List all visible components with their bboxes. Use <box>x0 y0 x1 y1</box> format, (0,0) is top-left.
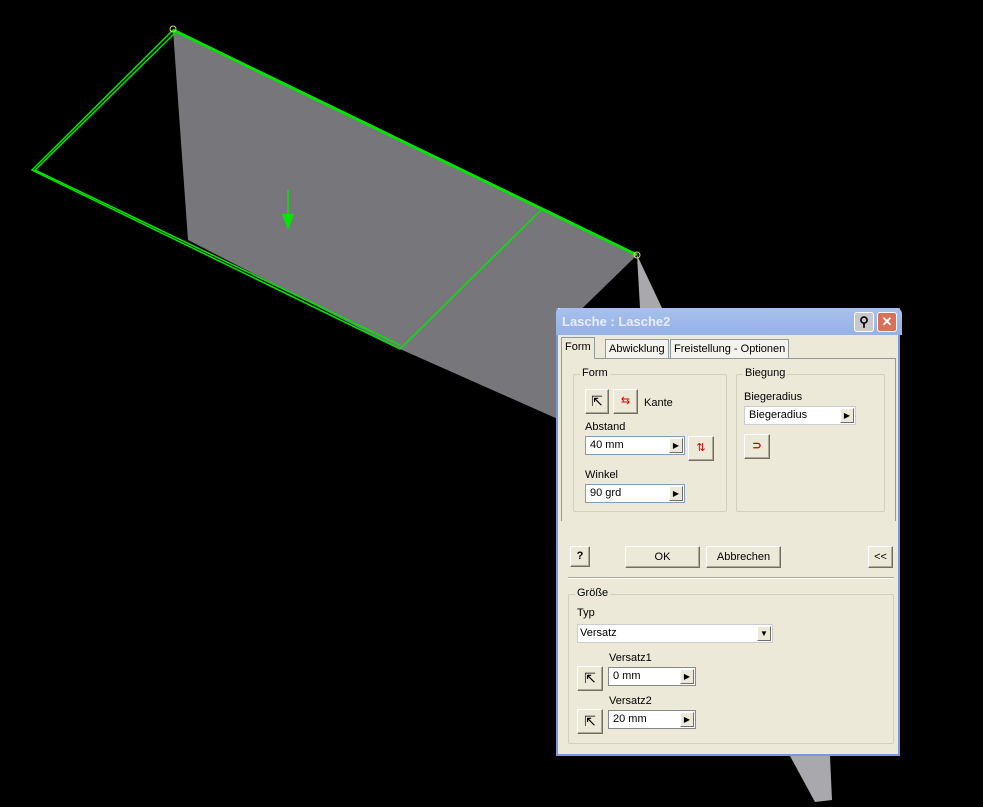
chevron-down-icon[interactable]: ▼ <box>757 626 771 641</box>
versatz2-label: Versatz2 <box>609 695 652 707</box>
versatz1-value: 0 mm <box>613 670 641 682</box>
ok-button[interactable]: OK <box>625 546 700 568</box>
versatz1-label: Versatz1 <box>609 652 652 664</box>
groesse-group: Größe Typ Versatz ▼ Versatz1 ⇱ 0 mm ▶ Vers… <box>568 587 894 744</box>
winkel-label: Winkel <box>585 469 619 481</box>
divider <box>568 577 894 579</box>
biegung-group: Biegung Biegeradius Biegeradius ▶ ⊃ <box>736 367 885 512</box>
side-face-lower <box>790 756 832 802</box>
dialog-title-bar[interactable]: Lasche : Lasche2 ⚲ ✕ <box>556 308 902 335</box>
abstand-label: Abstand <box>585 421 626 433</box>
typ-select[interactable]: Versatz ▼ <box>577 624 773 643</box>
biegeradius-input[interactable]: Biegeradius ▶ <box>744 406 856 425</box>
tab-panel: Form ⇱ ⇆ Kante Abstand 40 mm ▶ ⇅ Winkel 9… <box>561 358 896 521</box>
edge-select-icon[interactable]: ⇆ <box>613 389 638 414</box>
arrow-right-icon[interactable]: ▶ <box>680 712 694 727</box>
versatz1-pointer-button[interactable]: ⇱ <box>577 666 603 691</box>
tab-abwicklung[interactable]: Abwicklung <box>605 339 669 358</box>
close-icon[interactable]: ✕ <box>877 312 897 332</box>
versatz1-input[interactable]: 0 mm ▶ <box>608 667 696 686</box>
side-face <box>637 255 662 308</box>
arrow-right-icon[interactable]: ▶ <box>840 408 854 423</box>
biegeradius-label: Biegeradius <box>744 391 803 403</box>
versatz2-pointer-button[interactable]: ⇱ <box>577 709 603 734</box>
winkel-input[interactable]: 90 grd ▶ <box>585 484 685 503</box>
typ-label: Typ <box>577 607 595 619</box>
versatz2-input[interactable]: 20 mm ▶ <box>608 710 696 729</box>
flip-direction-icon[interactable]: ⇅ <box>688 436 714 461</box>
tab-form[interactable]: Form <box>561 337 595 359</box>
flange-dialog: Lasche : Lasche2 ⚲ ✕ Form Abwicklung Fre… <box>556 308 902 756</box>
abstand-input[interactable]: 40 mm ▶ <box>585 436 685 455</box>
dialog-title: Lasche : Lasche2 <box>562 314 671 329</box>
biegeradius-value: Biegeradius <box>749 409 808 421</box>
abstand-value: 40 mm <box>590 439 624 451</box>
form-group-label: Form <box>580 367 610 379</box>
select-pointer-button[interactable]: ⇱ <box>585 389 609 414</box>
cancel-button[interactable]: Abbrechen <box>706 546 781 568</box>
collapse-button[interactable]: << <box>868 546 893 568</box>
versatz2-value: 20 mm <box>613 713 647 725</box>
form-group: Form ⇱ ⇆ Kante Abstand 40 mm ▶ ⇅ Winkel 9… <box>573 367 727 512</box>
bend-icon[interactable]: ⊃ <box>744 434 770 459</box>
help-button[interactable]: ? <box>570 546 590 567</box>
arrow-right-icon[interactable]: ▶ <box>680 669 694 684</box>
edge-label: Kante <box>644 397 673 409</box>
groesse-group-label: Größe <box>575 587 611 599</box>
biegung-group-label: Biegung <box>743 367 788 379</box>
tab-freistellung-optionen[interactable]: Freistellung - Optionen <box>670 339 790 358</box>
winkel-value: 90 grd <box>590 487 622 499</box>
typ-value: Versatz <box>580 627 617 639</box>
pin-icon[interactable]: ⚲ <box>854 312 874 332</box>
arrow-right-icon[interactable]: ▶ <box>669 438 683 453</box>
arrow-right-icon[interactable]: ▶ <box>669 486 683 501</box>
